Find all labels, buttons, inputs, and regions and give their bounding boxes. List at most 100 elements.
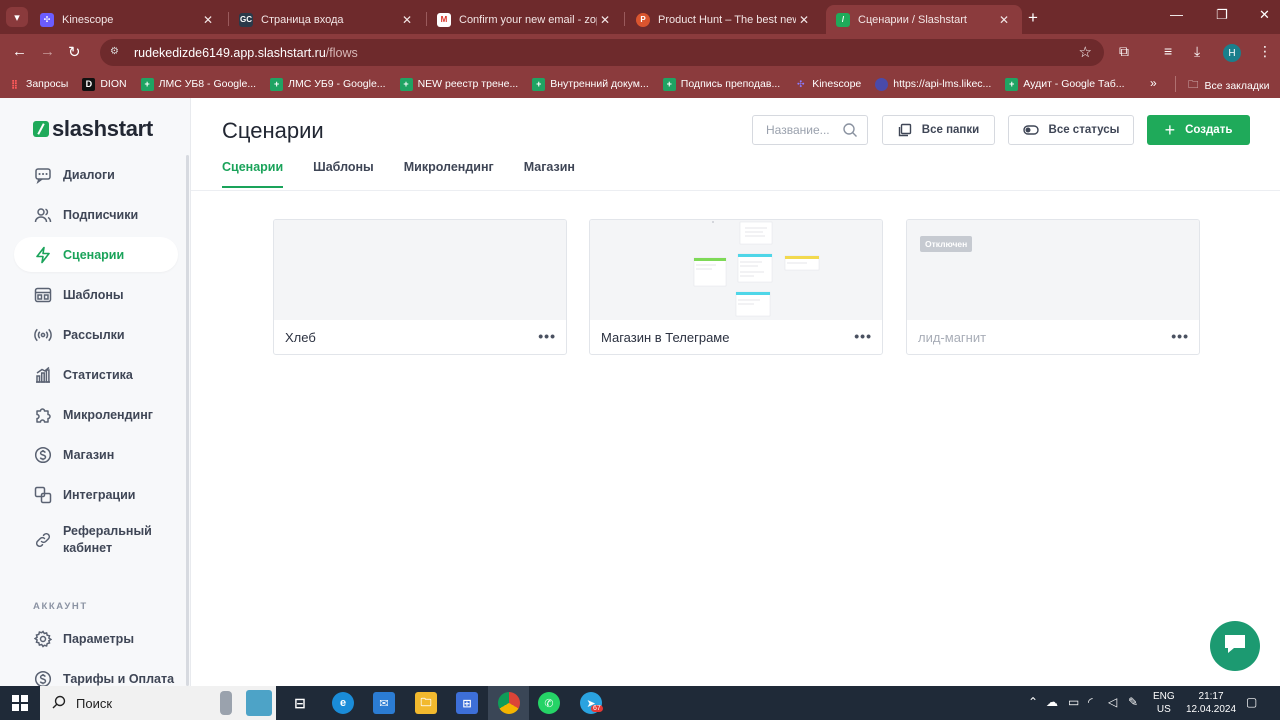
more-options-icon[interactable]: ••• [1171,328,1189,344]
back-icon[interactable]: ← [12,43,27,60]
bookmark-item[interactable]: https://api-lms.likec... [875,77,991,91]
puzzle-icon [34,406,52,424]
chrome-taskbar-button[interactable] [488,686,529,720]
bookmark-item[interactable]: + ЛМС УБ9 - Google... [270,77,386,91]
bookmark-item[interactable]: + Внутренний докум... [532,77,649,91]
tab-microlanding[interactable]: Микролендинг [404,160,494,188]
reload-icon[interactable]: ↻ [68,43,81,61]
folders-filter-button[interactable]: Все папки [882,115,995,145]
site-info-icon[interactable]: ⚙ [110,46,124,60]
task-view-icon[interactable]: ⊟ [289,692,311,714]
bookmark-item[interactable]: + Аудит - Google Таб... [1005,77,1125,91]
close-icon[interactable]: ✕ [399,13,415,27]
maximize-icon[interactable]: ❐ [1216,7,1228,23]
bookmark-item[interactable]: + Подпись преподав... [662,77,780,91]
scenario-card[interactable]: Отключен лид-магнит ••• [906,219,1200,355]
tab-scenarios[interactable]: Сценарии [222,160,284,188]
browser-tab-login[interactable]: GC Страница входа ✕ [229,5,425,34]
tray-expand-icon[interactable]: ⌃ [1028,695,1038,709]
all-bookmarks-button[interactable]: 🗀 Все закладки [1188,77,1269,95]
bookmark-item[interactable]: D DION [82,77,127,91]
dion-icon: D [82,77,96,91]
bookmark-item[interactable]: ⣿ Запросы [8,78,68,91]
page-tabs: Сценарии Шаблоны Микролендинг Магазин [222,160,605,188]
onedrive-icon[interactable]: ☁ [1046,695,1058,709]
media-icon[interactable]: ≡ [1164,43,1172,59]
notification-icon[interactable]: ▢ [1246,695,1257,709]
tab-templates[interactable]: Шаблоны [313,160,374,188]
forward-icon[interactable]: → [40,43,55,60]
minimize-icon[interactable]: — [1170,7,1183,22]
clock[interactable]: 21:17 12.04.2024 [1186,690,1236,716]
speaker-icon[interactable]: ◁ [1108,695,1117,709]
windows-start-icon[interactable] [12,695,28,711]
sidebar-item-templates[interactable]: Шаблоны [14,277,178,312]
whatsapp-icon[interactable]: ✆ [538,692,560,714]
create-button[interactable]: + Создать [1147,115,1250,145]
tab-search-button[interactable]: ▾ [6,7,28,27]
language-indicator[interactable]: ENG US [1153,690,1175,716]
menu-icon[interactable]: ⋮ [1258,43,1272,60]
close-icon[interactable]: ✕ [597,13,613,27]
search-icon[interactable] [842,122,858,143]
new-tab-icon[interactable]: + [1028,8,1038,28]
sidebar-item-integrations[interactable]: Интеграции [14,477,178,512]
card-name: Хлеб [285,330,316,345]
store-icon[interactable]: ⊞ [456,692,478,714]
slashstart-icon: / [836,12,850,27]
battery-icon[interactable]: ▭ [1068,695,1079,709]
extensions-icon[interactable]: ⧉ [1119,43,1129,60]
sidebar-item-subscribers[interactable]: Подписчики [14,197,178,232]
sidebar-item-shop[interactable]: Магазин [14,437,178,472]
wifi-icon[interactable]: ◜ [1088,695,1093,709]
window-close-icon[interactable]: ✕ [1259,7,1270,23]
sidebar: slashstart Диалоги Подписчики Сценарии Ш… [0,98,191,686]
telegram-badge: 67 [591,705,603,712]
sidebar-item-dialogs[interactable]: Диалоги [14,157,178,192]
search-field[interactable] [752,115,868,145]
address-bar[interactable]: ⚙ rudekedizde6149.app.slashstart.ru/flow… [100,39,1104,66]
status-filter-button[interactable]: Все статусы [1008,115,1134,145]
scenario-card[interactable]: Хлеб ••• [273,219,567,355]
browser-tab-product-hunt[interactable]: P Product Hunt – The best new p ✕ [626,5,822,34]
browser-tab-gmail[interactable]: M Confirm your new email - zopu ✕ [427,5,623,34]
card-preview[interactable] [274,220,566,320]
support-chat-button[interactable] [1210,621,1260,671]
logo[interactable]: slashstart [33,116,153,142]
bookmark-item[interactable]: + NEW реестр трене... [399,77,518,91]
account-section-label: АККАУНТ [33,601,88,612]
profile-avatar[interactable]: H [1223,44,1241,62]
card-preview[interactable]: Отключен [907,220,1199,320]
download-icon[interactable]: ⤓ [1194,43,1200,60]
more-options-icon[interactable]: ••• [538,328,556,344]
browser-tab-slashstart[interactable]: / Сценарии / Slashstart ✕ [826,5,1022,34]
sidebar-item-settings[interactable]: Параметры [14,621,178,656]
bookmark-item[interactable]: ✣ Kinescope [794,78,861,91]
tab-shop[interactable]: Магазин [524,160,575,188]
sidebar-scrollbar[interactable] [186,155,189,686]
url-host: rudekedizde6149.app.slashstart.ru [134,45,326,60]
edge-icon[interactable]: e [332,692,354,714]
close-icon[interactable]: ✕ [996,13,1012,27]
sidebar-item-microlanding[interactable]: Микролендинг [14,397,178,432]
close-icon[interactable]: ✕ [796,13,812,27]
sidebar-item-referral[interactable]: Реферальный кабинет [14,519,178,561]
taskbar-search[interactable]: Поиск [40,686,276,720]
scenario-card[interactable]: Магазин в Телеграме ••• [589,219,883,355]
sidebar-item-broadcasts[interactable]: Рассылки [14,317,178,352]
more-options-icon[interactable]: ••• [854,328,872,344]
browser-tab-kinescope[interactable]: ✣ Kinescope ✕ [30,5,226,34]
sidebar-item-billing[interactable]: Тарифы и Оплата [14,661,178,686]
sidebar-item-statistics[interactable]: Статистика [14,357,178,392]
bookmark-item[interactable]: + ЛМС УБ8 - Google... [140,77,256,91]
more-bookmarks-icon[interactable]: » [1150,76,1157,90]
bookmark-star-icon[interactable]: ☆ [1079,43,1092,61]
file-explorer-icon[interactable]: 🗀 [415,692,437,714]
product-hunt-icon: P [636,12,650,27]
mail-icon[interactable]: ✉ [373,692,395,714]
close-icon[interactable]: ✕ [200,13,216,27]
sidebar-item-scenarios[interactable]: Сценарии [14,237,178,272]
card-preview[interactable] [590,220,882,320]
search-input[interactable] [766,123,841,137]
pen-icon[interactable]: ✎ [1128,695,1138,709]
